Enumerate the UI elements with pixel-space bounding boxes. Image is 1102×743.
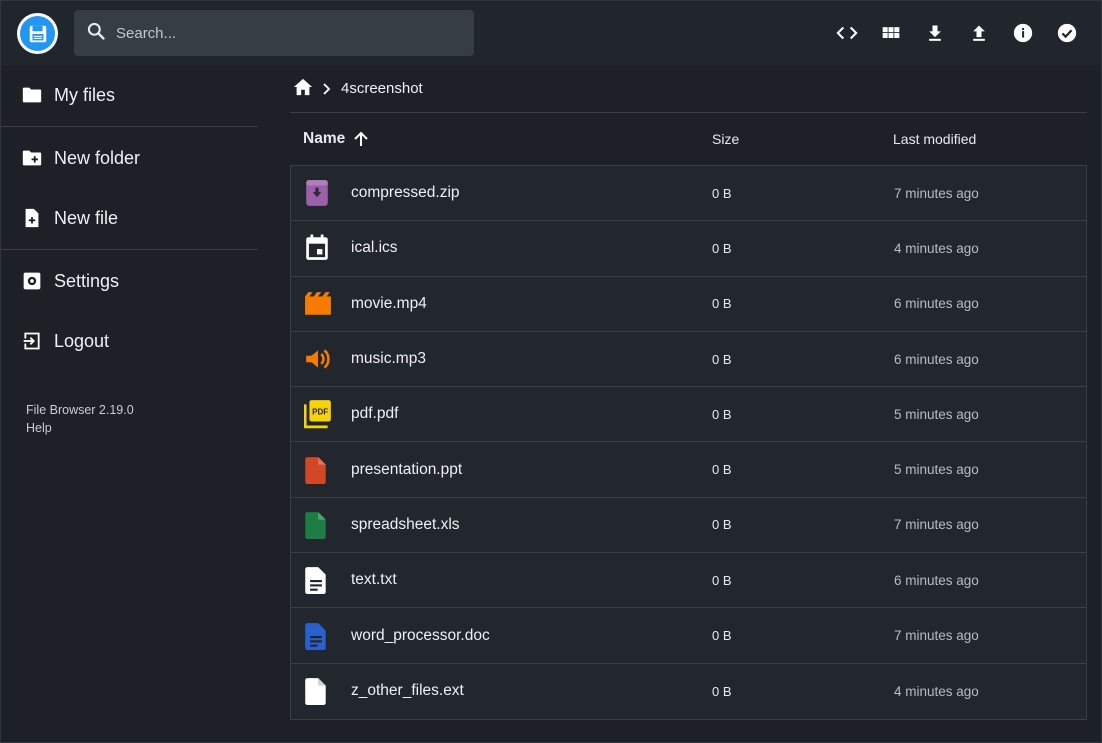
sort-by-size[interactable]: Size	[699, 131, 880, 147]
file-row-ical-ics[interactable]: ical.ics 0 B 4 minutes ago	[291, 221, 1086, 277]
sidebar-item-settings[interactable]: Settings	[1, 251, 258, 311]
file-name: ical.ics	[351, 239, 398, 257]
floppy-disk-icon	[20, 16, 55, 51]
name-column-label: Name	[303, 130, 346, 147]
file-row-presentation-ppt[interactable]: presentation.ppt 0 B 5 minutes ago	[291, 442, 1086, 498]
file-name: text.txt	[351, 571, 397, 589]
file-row-compressed-zip[interactable]: compressed.zip 0 B 7 minutes ago	[291, 166, 1086, 222]
sidebar-item-label: Settings	[54, 270, 120, 291]
file-modified: 6 minutes ago	[894, 351, 979, 367]
upload-icon[interactable]	[961, 15, 997, 51]
sort-by-modified[interactable]: Last modified	[880, 131, 1087, 147]
divider	[1, 126, 258, 127]
text-file-icon	[291, 566, 351, 595]
file-modified: 7 minutes ago	[894, 628, 979, 644]
file-size: 0 B	[712, 517, 732, 533]
presentation-icon	[291, 456, 351, 484]
file-row-text-txt[interactable]: text.txt 0 B 6 minutes ago	[291, 553, 1086, 609]
file-name: movie.mp4	[351, 294, 427, 312]
file-name: presentation.ppt	[351, 460, 463, 478]
file-list: compressed.zip 0 B 7 minutes ago ical.ic…	[290, 165, 1087, 720]
search-box[interactable]	[74, 10, 474, 56]
file-name: word_processor.doc	[351, 626, 490, 644]
file-name: compressed.zip	[351, 184, 460, 202]
sidebar-item-logout[interactable]: Logout	[1, 311, 258, 371]
app-header	[1, 1, 1101, 65]
sidebar-item-label: New folder	[54, 147, 141, 168]
file-modified: 6 minutes ago	[894, 296, 979, 312]
file-icon	[291, 677, 351, 706]
document-icon	[291, 622, 351, 650]
chevron-right-icon	[322, 82, 332, 95]
sort-by-name[interactable]: Name	[290, 130, 699, 148]
search-input[interactable]	[116, 24, 456, 42]
credits: File Browser 2.19.0 Help	[1, 371, 258, 437]
file-row-music-mp3[interactable]: music.mp3 0 B 6 minutes ago	[291, 332, 1086, 388]
video-icon	[291, 291, 351, 317]
folder-plus-icon	[21, 147, 43, 169]
file-row-movie-mp4[interactable]: movie.mp4 0 B 6 minutes ago	[291, 277, 1086, 332]
audio-icon	[291, 346, 351, 372]
divider	[1, 249, 258, 250]
file-size: 0 B	[712, 185, 732, 201]
file-modified: 7 minutes ago	[894, 517, 979, 533]
file-size: 0 B	[712, 572, 732, 588]
check-circle-icon[interactable]	[1049, 15, 1085, 51]
file-modified: 5 minutes ago	[894, 406, 979, 422]
file-row-z-other-files-ext[interactable]: z_other_files.ext 0 B 4 minutes ago	[291, 664, 1086, 719]
breadcrumb-current[interactable]: 4screenshot	[341, 80, 423, 97]
file-size: 0 B	[712, 406, 732, 422]
app-logo[interactable]	[17, 13, 58, 54]
file-name: spreadsheet.xls	[351, 515, 460, 533]
version-text: File Browser 2.19.0	[26, 403, 134, 417]
file-size: 0 B	[712, 462, 732, 478]
file-name: z_other_files.ext	[351, 682, 464, 700]
file-plus-icon	[21, 207, 43, 229]
download-icon[interactable]	[917, 15, 953, 51]
folder-icon	[21, 84, 43, 106]
sidebar: My files New folder New file Settings Lo…	[1, 65, 258, 742]
file-modified: 4 minutes ago	[894, 683, 979, 699]
home-icon[interactable]	[292, 77, 314, 101]
settings-icon	[21, 270, 43, 292]
breadcrumb: 4screenshot	[290, 65, 1087, 113]
file-modified: 6 minutes ago	[894, 572, 979, 588]
sidebar-item-my-files[interactable]: My files	[1, 65, 258, 125]
grid-view-icon[interactable]	[873, 15, 909, 51]
file-row-spreadsheet-xls[interactable]: spreadsheet.xls 0 B 7 minutes ago	[291, 498, 1086, 554]
file-size: 0 B	[712, 628, 732, 644]
file-modified: 7 minutes ago	[894, 185, 979, 201]
archive-icon	[291, 179, 351, 207]
file-size: 0 B	[712, 683, 732, 699]
column-header: Name Size Last modified	[290, 113, 1087, 165]
calendar-icon	[291, 234, 351, 262]
logout-icon	[21, 330, 43, 352]
file-row-word-processor-doc[interactable]: word_processor.doc 0 B 7 minutes ago	[291, 608, 1086, 664]
help-link[interactable]: Help	[26, 419, 258, 437]
info-icon[interactable]	[1005, 15, 1041, 51]
main-content: 4screenshot Name Size Last modified comp…	[290, 65, 1087, 720]
file-modified: 5 minutes ago	[894, 462, 979, 478]
arrow-up-icon	[353, 131, 369, 147]
pdf-icon: PDF	[291, 399, 351, 429]
header-actions	[829, 15, 1085, 51]
search-icon	[86, 21, 106, 46]
file-size: 0 B	[712, 296, 732, 312]
file-row-pdf-pdf[interactable]: PDF pdf.pdf 0 B 5 minutes ago	[291, 387, 1086, 443]
sidebar-item-label: Logout	[54, 330, 110, 351]
sidebar-item-new-folder[interactable]: New folder	[1, 128, 258, 188]
sidebar-item-label: My files	[54, 84, 116, 105]
sidebar-item-new-file[interactable]: New file	[1, 188, 258, 248]
file-size: 0 B	[712, 240, 732, 256]
file-modified: 4 minutes ago	[894, 240, 979, 256]
svg-text:PDF: PDF	[312, 408, 328, 417]
file-size: 0 B	[712, 351, 732, 367]
file-name: pdf.pdf	[351, 405, 399, 423]
file-name: music.mp3	[351, 350, 426, 368]
sidebar-item-label: New file	[54, 207, 119, 228]
spreadsheet-icon	[291, 511, 351, 539]
code-icon[interactable]	[829, 15, 865, 51]
